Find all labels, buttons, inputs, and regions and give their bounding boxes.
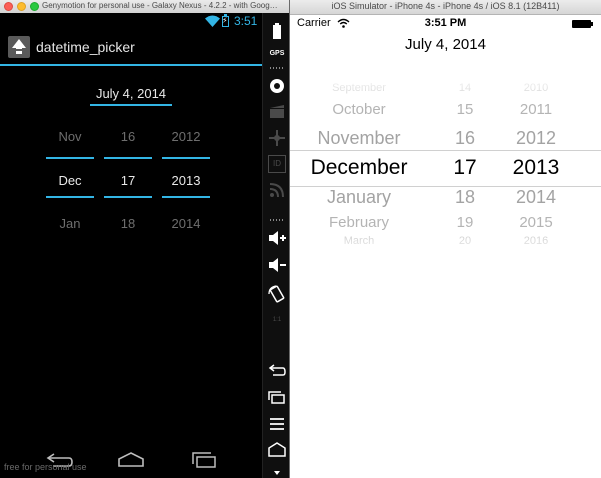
remote-control-icon[interactable] [268,129,286,147]
year-next[interactable]: 2014 [162,216,210,231]
recent-apps-tool-icon[interactable] [268,389,286,407]
picker-month-option[interactable]: January [299,187,419,208]
ios-status-bar: Carrier 3:51 PM [290,15,601,33]
action-bar: datetime_picker [0,30,262,66]
picker-month-option[interactable]: February [299,214,419,231]
pixel-perfect-icon[interactable]: 1:1 [268,311,286,329]
picker-month-option[interactable]: March [299,235,419,247]
picker-year-option[interactable]: 2014 [476,187,596,208]
picker-year-option[interactable]: 2012 [476,128,596,149]
selection-line-top [290,150,601,151]
close-window-button[interactable] [4,2,13,11]
picker-year-option[interactable]: 2010 [476,82,596,94]
app-title: datetime_picker [36,39,135,55]
recent-apps-icon[interactable] [191,452,217,468]
year-selected[interactable]: 2013 [162,173,210,188]
picker-year-selected[interactable]: 2013 [476,156,596,180]
date-display-field[interactable]: July 4, 2014 [90,86,172,106]
genymotion-window: Genymotion for personal use - Galaxy Nex… [0,0,290,478]
ios-date-label: July 4, 2014 [405,36,486,53]
genymotion-toolbar: GPS ID 1:1 [262,13,290,478]
home-icon[interactable] [117,452,145,468]
picker-month-option[interactable]: October [299,101,419,118]
minimize-window-button[interactable] [17,2,26,11]
rss-icon[interactable] [268,181,286,199]
app-icon[interactable] [8,36,30,58]
more-tools-chevron-icon[interactable] [268,465,286,475]
camera-tool-icon[interactable] [268,77,286,95]
ios-date-picker[interactable]: September 14 2010 October 15 2011 November 16 20… [290,74,601,260]
year-prev[interactable]: 2012 [162,129,210,144]
volume-up-icon[interactable] [268,229,286,247]
genymotion-window-title: Genymotion for personal use - Galaxy Nex… [42,1,278,10]
watermark: free for personal use [4,462,87,472]
volume-down-icon[interactable] [268,256,286,274]
device-id-icon[interactable]: ID [268,155,286,173]
month-next[interactable]: Jan [46,216,94,231]
wifi-icon [205,15,220,27]
year-divider-top [162,157,210,159]
battery-tool-icon[interactable] [268,23,286,41]
day-divider-bottom [104,196,152,198]
gps-tool-icon[interactable]: GPS [268,45,286,63]
battery-charging-icon [222,14,229,27]
menu-tool-icon[interactable] [268,415,286,433]
ios-simulator-window: iOS Simulator - iPhone 4s - iPhone 4s / … [290,0,601,478]
picker-month-selected[interactable]: December [299,156,419,180]
battery-icon [572,20,593,28]
picker-year-option[interactable]: 2011 [476,101,596,118]
ios-status-time: 3:51 PM [424,17,467,29]
status-bar-time: 3:51 [234,14,258,28]
day-divider-top [104,157,152,159]
toolbar-separator [270,219,284,221]
picker-year-option[interactable]: 2015 [476,214,596,231]
ios-simulator-title: iOS Simulator - iPhone 4s - iPhone 4s / … [331,1,560,11]
day-selected[interactable]: 17 [104,173,152,188]
zoom-window-button[interactable] [30,2,39,11]
genymotion-titlebar: Genymotion for personal use - Galaxy Nex… [0,0,290,14]
month-prev[interactable]: Nov [46,129,94,144]
picker-month-option[interactable]: September [299,82,419,94]
day-prev[interactable]: 16 [104,129,152,144]
day-next[interactable]: 18 [104,216,152,231]
rotate-icon[interactable] [268,285,286,303]
android-status-bar: 3:51 [0,13,262,30]
picker-month-option[interactable]: November [299,128,419,149]
toolbar-separator [270,67,284,69]
picker-year-option[interactable]: 2016 [476,235,596,247]
month-divider-top [46,157,94,159]
month-selected[interactable]: Dec [46,173,94,188]
back-tool-icon[interactable] [268,361,286,379]
home-tool-icon[interactable] [268,441,286,459]
year-divider-bottom [162,196,210,198]
video-capture-icon[interactable] [268,103,286,121]
ios-simulator-titlebar: iOS Simulator - iPhone 4s - iPhone 4s / … [290,0,601,15]
month-divider-bottom [46,196,94,198]
